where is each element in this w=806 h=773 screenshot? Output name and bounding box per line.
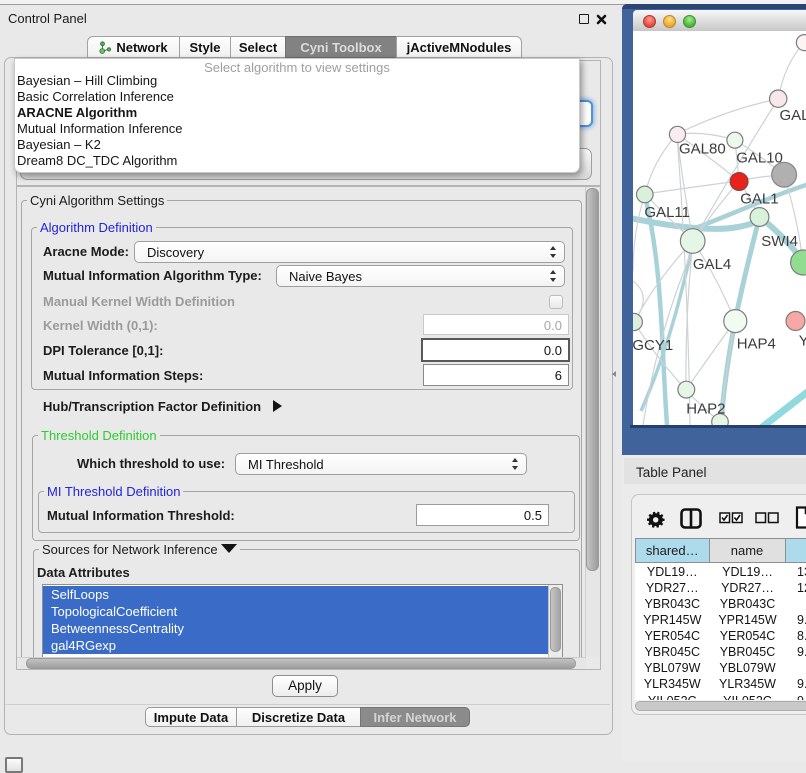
svg-text:GAL1: GAL1 — [740, 191, 778, 208]
svg-text:GAL4: GAL4 — [693, 256, 731, 273]
svg-text:GCY1: GCY1 — [633, 337, 673, 354]
svg-text:YM: YM — [799, 333, 806, 350]
svg-text:GAL80: GAL80 — [679, 140, 726, 157]
svg-text:GAL11: GAL11 — [644, 204, 690, 221]
svg-text:GAL2: GAL2 — [780, 107, 806, 124]
svg-text:HAP4: HAP4 — [737, 336, 776, 353]
svg-text:SWI4: SWI4 — [761, 233, 798, 250]
svg-text:GAL10: GAL10 — [736, 150, 783, 167]
svg-text:HAP2: HAP2 — [686, 400, 725, 417]
